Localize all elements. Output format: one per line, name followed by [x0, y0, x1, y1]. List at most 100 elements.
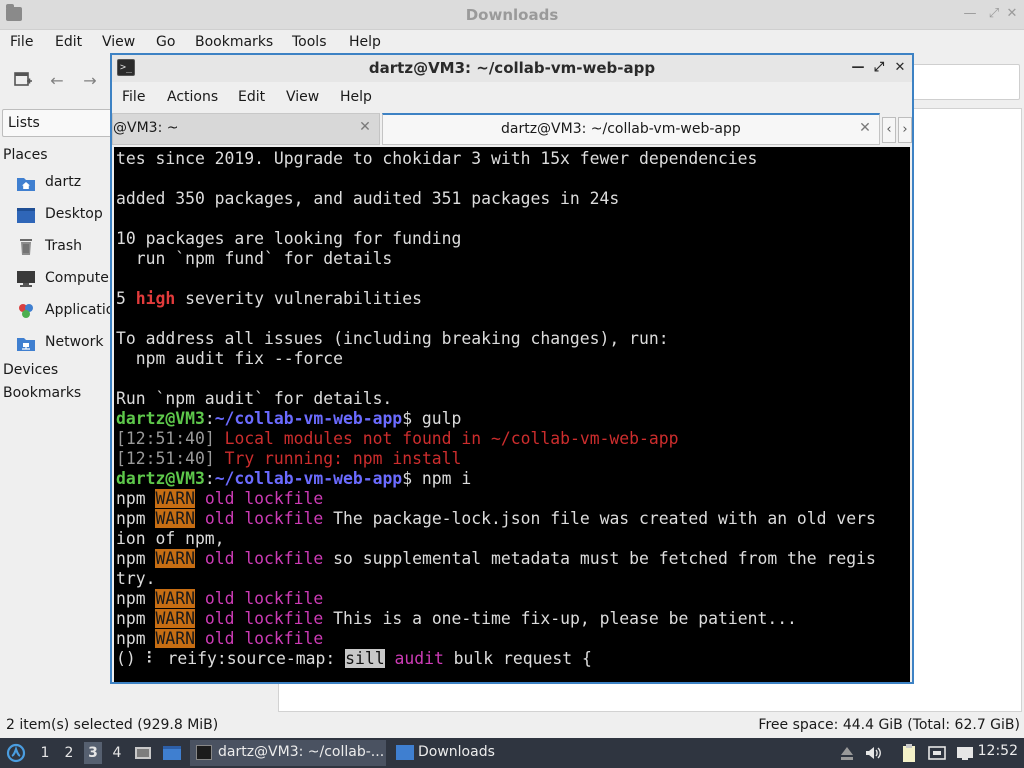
terminal-segment: run `npm fund` for details	[116, 249, 393, 268]
menu-view[interactable]: View	[102, 34, 135, 50]
terminal-segment: :	[204, 409, 215, 428]
terminal-segment	[195, 489, 205, 508]
terminal-segment: ) ⠇ reify:source-map:	[125, 649, 346, 668]
clock[interactable]: 12:52	[978, 743, 1018, 759]
places-heading: Places	[3, 147, 48, 163]
terminal-line: npm WARN old lockfile The package-lock.j…	[116, 509, 876, 529]
terminal-menu-view[interactable]: View	[286, 89, 319, 105]
close-icon[interactable]: ✕	[1002, 4, 1022, 24]
terminal-line: To address all issues (including breakin…	[116, 329, 669, 349]
terminal-line: npm audit fix --force	[116, 349, 343, 369]
menu-edit[interactable]: Edit	[55, 34, 82, 50]
file-manager-titlebar[interactable]: Downloads — ⤢ ✕	[0, 0, 1024, 30]
terminal-segment: dartz@VM3	[116, 469, 205, 488]
terminal-segment: old lockfile	[204, 489, 324, 508]
file-manager-statusbar: 2 item(s) selected (929.8 MiB) Free spac…	[0, 714, 1024, 738]
terminal-segment: The package-lock.json file was created w…	[323, 509, 876, 528]
terminal-segment: 5	[116, 289, 136, 308]
terminal-output[interactable]: tes since 2019. Upgrade to chokidar 3 wi…	[114, 147, 910, 682]
tab-close-icon[interactable]: ✕	[357, 119, 373, 137]
terminal-segment: ~/collab-vm-web-app	[214, 409, 403, 428]
place-network[interactable]: Network	[0, 330, 112, 358]
place-computer[interactable]: Computer	[0, 266, 115, 294]
desktop-icon	[16, 206, 36, 224]
forward-arrow-icon[interactable]: →	[79, 70, 101, 92]
back-arrow-icon[interactable]: ←	[46, 70, 68, 92]
menu-tools[interactable]: Tools	[292, 34, 327, 50]
terminal-line: () ⠇ reify:source-map: sill audit bulk r…	[116, 649, 592, 669]
terminal-segment: bulk request {	[443, 649, 592, 668]
terminal-segment	[195, 589, 205, 608]
folder-icon	[396, 745, 414, 760]
terminal-segment: added 350 packages, and audited 351 pack…	[116, 189, 620, 208]
tab-label: @VM3: ~	[113, 120, 179, 136]
menu-bookmarks[interactable]: Bookmarks	[195, 34, 273, 50]
terminal-line: try.	[116, 569, 155, 589]
place-trash[interactable]: Trash	[0, 234, 112, 262]
tab-scroll-right-icon[interactable]: ›	[898, 117, 912, 143]
terminal-line: npm WARN old lockfile so supplemental me…	[116, 549, 876, 569]
terminal-segment: WARN	[155, 509, 195, 528]
clipboard-icon[interactable]	[900, 743, 918, 763]
place-desktop[interactable]: Desktop	[0, 202, 112, 230]
menu-help[interactable]: Help	[349, 34, 381, 50]
menu-file[interactable]: File	[10, 34, 33, 50]
network-icon	[16, 334, 36, 352]
terminal-menu-actions[interactable]: Actions	[167, 89, 218, 105]
maximize-icon[interactable]: ⤢	[984, 4, 1004, 24]
terminal-segment: npm audit fix --force	[116, 349, 343, 368]
terminal-segment: WARN	[155, 489, 195, 508]
terminal-line: added 350 packages, and audited 351 pack…	[116, 189, 619, 209]
place-applications[interactable]: Applications	[0, 298, 131, 326]
tab-home[interactable]: @VM3: ~ ✕	[112, 113, 380, 145]
terminal-line: 5 high severity vulnerabilities	[116, 289, 422, 309]
terminal-line: run `npm fund` for details	[116, 249, 393, 269]
terminal-segment: npm	[116, 509, 156, 528]
terminal-segment: old lockfile	[204, 509, 324, 528]
task-downloads[interactable]: Downloads	[392, 740, 502, 766]
terminal-menu-help[interactable]: Help	[340, 89, 372, 105]
terminal-menu-file[interactable]: File	[122, 89, 145, 105]
terminal-segment: sill	[345, 649, 385, 668]
minimize-icon[interactable]: —	[960, 4, 980, 24]
start-menu-icon[interactable]	[6, 742, 26, 764]
file-manager-launcher-icon[interactable]	[162, 743, 181, 763]
show-desktop-icon[interactable]	[134, 743, 152, 763]
maximize-icon[interactable]: ⤢	[869, 58, 889, 78]
terminal-line: npm WARN old lockfile This is a one-time…	[116, 609, 797, 629]
eject-icon[interactable]	[838, 743, 856, 763]
task-terminal[interactable]: dartz@VM3: ~/collab-...	[190, 740, 386, 766]
tab-close-icon[interactable]: ✕	[857, 120, 873, 138]
terminal-segment: tes since 2019. Upgrade to chokidar 3 wi…	[116, 149, 758, 168]
volume-icon[interactable]	[864, 743, 882, 763]
workspace-2[interactable]: 2	[60, 742, 78, 764]
display-icon[interactable]	[956, 743, 974, 763]
terminal-tabbar: @VM3: ~ ✕ dartz@VM3: ~/collab-vm-web-app…	[112, 112, 912, 146]
terminal-segment: (	[116, 649, 126, 668]
selection-status: 2 item(s) selected (929.8 MiB)	[6, 717, 219, 733]
terminal-segment	[195, 549, 205, 568]
side-pane-mode-label: Lists	[8, 115, 40, 131]
tab-collab-vm-web-app[interactable]: dartz@VM3: ~/collab-vm-web-app ✕	[382, 113, 880, 145]
side-pane-mode-select[interactable]: Lists	[2, 109, 114, 137]
close-icon[interactable]: ✕	[890, 58, 910, 78]
menu-go[interactable]: Go	[156, 34, 175, 50]
workspace-1[interactable]: 1	[36, 742, 54, 764]
place-label: Desktop	[45, 206, 103, 222]
terminal-segment	[195, 509, 205, 528]
workspace-3[interactable]: 3	[84, 742, 102, 764]
tab-scroll-left-icon[interactable]: ‹	[882, 117, 896, 143]
terminal-titlebar[interactable]: >_ dartz@VM3: ~/collab-vm-web-app — ⤢ ✕	[112, 55, 912, 82]
place-dartz[interactable]: dartz	[0, 170, 112, 198]
terminal-menubar: File Actions Edit View Help	[112, 82, 912, 112]
network-status-icon[interactable]	[928, 743, 946, 763]
new-tab-icon[interactable]	[12, 70, 34, 92]
terminal-segment: ~/collab-vm-web-app	[214, 469, 403, 488]
workspace-4[interactable]: 4	[108, 742, 126, 764]
bookmarks-heading[interactable]: Bookmarks	[3, 385, 81, 401]
terminal-menu-edit[interactable]: Edit	[238, 89, 265, 105]
place-label: Network	[45, 334, 104, 350]
devices-heading[interactable]: Devices	[3, 362, 58, 378]
terminal-segment: ]	[204, 429, 225, 448]
minimize-icon[interactable]: —	[848, 58, 868, 78]
